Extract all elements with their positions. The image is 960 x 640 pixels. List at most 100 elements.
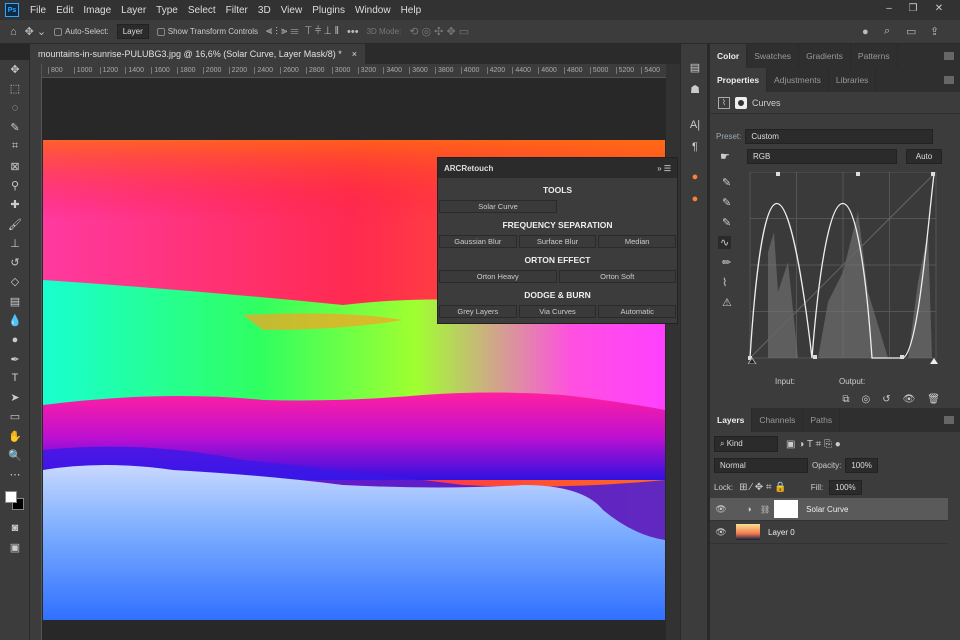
eyedropper-tool-icon[interactable]: ⚲ — [0, 176, 30, 195]
view-previous-icon[interactable]: ◎ — [861, 394, 870, 405]
reset-icon[interactable]: ↺ — [882, 394, 890, 405]
tab-paths[interactable]: Paths — [803, 408, 841, 432]
tab-layers[interactable]: Layers — [710, 408, 753, 432]
zoom-tool-icon[interactable]: 🔍 — [0, 446, 30, 465]
history-panel-icon[interactable]: ▤ — [681, 56, 709, 78]
arcretouch-plugin-icon[interactable]: ● — [681, 166, 709, 188]
move-tool-icon[interactable]: ✥ — [0, 60, 30, 79]
orton-soft-button[interactable]: Orton Soft — [558, 270, 676, 283]
visibility-eye-icon[interactable]: 👁 — [710, 504, 732, 515]
filter-kind-dropdown[interactable]: ⌕ Kind — [714, 436, 778, 452]
tab-properties[interactable]: Properties — [710, 68, 768, 92]
marquee-tool-icon[interactable]: ⬚ — [0, 79, 30, 98]
blend-mode-dropdown[interactable]: Normal — [714, 458, 808, 473]
quick-mask-icon[interactable]: ◙ — [0, 519, 30, 538]
tab-patterns[interactable]: Patterns — [851, 44, 898, 68]
brush-tool-icon[interactable]: 🖌 — [0, 214, 30, 233]
solar-curve-button[interactable]: Solar Curve — [439, 200, 557, 213]
menu-edit[interactable]: Edit — [51, 5, 78, 16]
more-options-button[interactable]: ••• — [347, 26, 359, 38]
menu-plugins[interactable]: Plugins — [307, 5, 350, 16]
layer-mask-icon[interactable] — [735, 96, 747, 109]
menu-type[interactable]: Type — [151, 5, 183, 16]
auto-select-target-dropdown[interactable]: Layer — [116, 24, 149, 39]
plugin-m-icon[interactable]: ● — [681, 188, 709, 210]
path-select-tool-icon[interactable]: ➤ — [0, 388, 30, 407]
delete-icon[interactable]: 🗑 — [927, 394, 940, 405]
tab-libraries[interactable]: Libraries — [829, 68, 877, 92]
eraser-tool-icon[interactable]: ◇ — [0, 272, 30, 291]
white-point-eyedropper-icon[interactable]: ✎ — [722, 216, 731, 229]
visibility-eye-icon[interactable]: 👁 — [710, 527, 732, 538]
channel-dropdown[interactable]: RGB — [747, 149, 897, 164]
panel-menu-icon[interactable] — [944, 76, 954, 84]
layer-row-layer-0[interactable]: 👁 Layer 0 — [710, 521, 948, 544]
move-tool-icon[interactable]: ✥ ⌄ — [25, 25, 47, 38]
automatic-button[interactable]: Automatic — [598, 305, 677, 318]
pen-tool-icon[interactable]: ✒ — [0, 349, 30, 368]
character-panel-icon[interactable]: A| — [681, 114, 709, 136]
stamp-tool-icon[interactable]: ⊥ — [0, 234, 30, 253]
auto-button[interactable]: Auto — [906, 149, 942, 164]
share-icon[interactable]: ⇪ — [930, 25, 939, 38]
auto-select-checkbox[interactable]: Auto-Select: — [54, 27, 109, 36]
restore-icon[interactable]: ❐ — [906, 3, 920, 15]
quick-select-tool-icon[interactable]: ✎ — [0, 118, 30, 137]
home-icon[interactable]: ⌂ — [10, 26, 17, 38]
gray-point-eyedropper-icon[interactable]: ✎ — [722, 196, 731, 209]
fill-input[interactable]: 100% — [829, 480, 862, 495]
visibility-icon[interactable]: 👁 — [903, 394, 916, 405]
clip-to-layer-icon[interactable]: ⧉ — [842, 394, 849, 405]
median-button[interactable]: Median — [598, 235, 677, 248]
tab-color[interactable]: Color — [710, 44, 748, 68]
hand-tool-icon[interactable]: ✋ — [0, 427, 30, 446]
frame-tool-icon[interactable]: ⊠ — [0, 156, 30, 175]
crop-tool-icon[interactable]: ⌗ — [0, 137, 30, 156]
paragraph-panel-icon[interactable]: ¶ — [681, 136, 709, 158]
lock-icons[interactable]: ⊞ ⁄ ✥ ⌗ 🔒 — [739, 482, 787, 493]
pencil-curve-icon[interactable]: ✏ — [722, 256, 731, 269]
panel-collapse-icon[interactable]: » ☰ — [657, 164, 671, 173]
lasso-tool-icon[interactable]: ◌ — [0, 99, 30, 118]
vertical-scrollbar[interactable] — [666, 64, 680, 640]
target-adjustment-icon[interactable]: ☛ — [720, 150, 730, 163]
tab-swatches[interactable]: Swatches — [747, 44, 800, 68]
black-point-eyedropper-icon[interactable]: ✎ — [722, 176, 731, 189]
opacity-input[interactable]: 100% — [845, 458, 878, 473]
healing-tool-icon[interactable]: ✚ — [0, 195, 30, 214]
show-transform-checkbox[interactable]: Show Transform Controls — [156, 27, 258, 36]
menu-window[interactable]: Window — [350, 5, 396, 16]
clipping-warning-icon[interactable]: ⚠ — [722, 296, 732, 309]
gradient-tool-icon[interactable]: ▤ — [0, 292, 30, 311]
curve-point-tool-icon[interactable]: ∿ — [718, 236, 732, 249]
color-swatches[interactable] — [0, 485, 30, 519]
minimize-icon[interactable]: – — [882, 3, 896, 15]
menu-filter[interactable]: Filter — [221, 5, 253, 16]
align-icons[interactable]: ⫷ ⫶ ⫸ ☰ ⊤ ⫩ ⊥ ‖ — [266, 25, 339, 38]
type-tool-icon[interactable]: T — [0, 369, 30, 388]
profile-icon[interactable]: ● — [862, 26, 869, 38]
curves-adjustment-icon[interactable]: ⌇ — [718, 96, 730, 109]
menu-layer[interactable]: Layer — [116, 5, 151, 16]
layer-mask-thumbnail[interactable] — [774, 500, 799, 518]
panel-menu-icon[interactable] — [944, 416, 954, 424]
curves-graph[interactable] — [748, 172, 938, 364]
chain-link-icon[interactable]: ⛓ — [760, 505, 770, 514]
tab-channels[interactable]: Channels — [752, 408, 804, 432]
search-icon[interactable]: ⌕ — [884, 25, 890, 38]
smooth-curve-icon[interactable]: ⌇ — [722, 276, 727, 289]
menu-image[interactable]: Image — [78, 5, 116, 16]
via-curves-button[interactable]: Via Curves — [518, 305, 597, 318]
shape-tool-icon[interactable]: ▭ — [0, 407, 30, 426]
3d-tools-icons[interactable]: ⟲ ◎ ✣ ✥ ▭ — [409, 25, 469, 38]
preset-dropdown[interactable]: Custom — [745, 129, 934, 144]
menu-select[interactable]: Select — [183, 5, 221, 16]
more-tools-icon[interactable]: ⋯ — [0, 465, 30, 484]
layer-row-solar-curve[interactable]: 👁 ◑ ⛓ Solar Curve — [710, 498, 948, 521]
panel-menu-icon[interactable] — [944, 52, 954, 60]
document-tab[interactable]: mountains-in-sunrise-PULUBG3.jpg @ 16,6%… — [30, 44, 366, 64]
dodge-tool-icon[interactable]: ● — [0, 330, 30, 349]
actions-panel-icon[interactable]: ☗ — [681, 78, 709, 100]
surface-blur-button[interactable]: Surface Blur — [518, 235, 597, 248]
blur-tool-icon[interactable]: 💧 — [0, 311, 30, 330]
